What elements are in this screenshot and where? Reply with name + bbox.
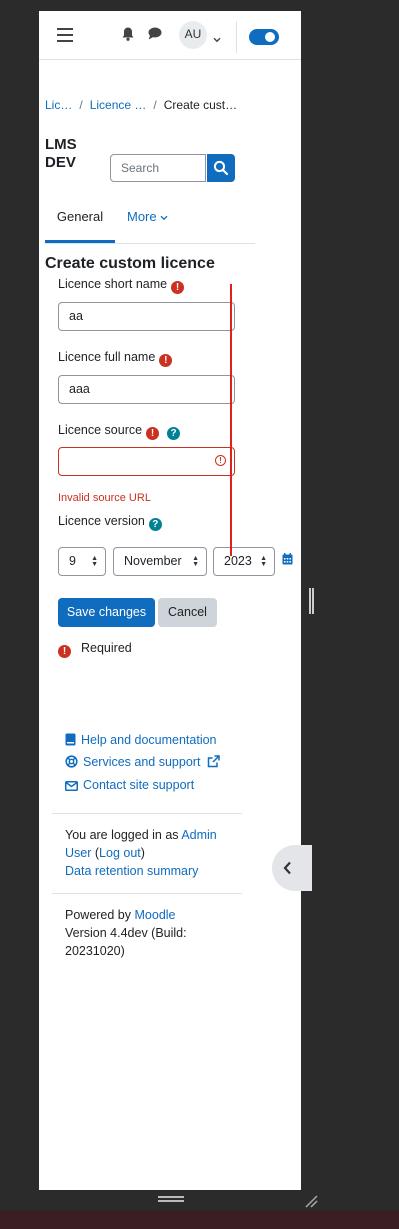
- version-year-select[interactable]: 2023 ▲ ▼: [213, 547, 275, 576]
- required-icon[interactable]: !: [171, 281, 185, 294]
- version-year-value: 2023: [224, 554, 252, 568]
- chevron-left-icon: [283, 861, 291, 875]
- version-label-text: Licence version: [58, 514, 145, 528]
- breadcrumb-current: Create cust…: [163, 98, 238, 112]
- search-icon: [213, 160, 229, 176]
- help-icon[interactable]: ?: [167, 427, 181, 440]
- book-icon: [65, 733, 76, 746]
- help-documentation-label: Help and documentation: [81, 733, 217, 747]
- required-icon[interactable]: !: [159, 354, 173, 367]
- toggle-knob: [265, 32, 275, 42]
- login-info: You are logged in as Admin User (Log out…: [65, 828, 217, 878]
- help-documentation-link[interactable]: Help and documentation: [65, 733, 217, 747]
- site-name[interactable]: LMS DEV: [45, 136, 95, 172]
- short-name-input[interactable]: aa: [58, 302, 235, 331]
- logout-link[interactable]: Log out: [99, 846, 141, 860]
- moodle-link[interactable]: Moodle: [135, 908, 176, 922]
- page-title: Create custom licence: [45, 255, 215, 272]
- full-name-label-text: Licence full name: [58, 350, 156, 364]
- invalid-field-icon: !: [215, 455, 226, 466]
- select-arrows-icon: ▲ ▼: [260, 555, 267, 568]
- contact-support-label: Contact site support: [83, 778, 195, 792]
- breadcrumb-separator: /: [79, 98, 83, 112]
- select-arrows-icon: ▲ ▼: [192, 555, 199, 568]
- secondary-navigation: General More: [45, 201, 255, 244]
- source-error-message: Invalid source URL: [58, 492, 151, 504]
- data-retention-link[interactable]: Data retention summary: [65, 864, 198, 878]
- contact-support-link[interactable]: Contact site support: [65, 778, 194, 792]
- version-day-select[interactable]: 9 ▲ ▼: [58, 547, 106, 576]
- page-container: AU Lic… / Licence … / Create cust… LMS DEV S…: [39, 11, 301, 1190]
- required-legend-text: Required: [81, 641, 132, 655]
- tab-more-label: More: [127, 209, 157, 224]
- side-resize-handle[interactable]: [309, 588, 314, 614]
- envelope-icon: [65, 781, 78, 791]
- version-day-value: 9: [69, 554, 76, 568]
- bottom-strip: [0, 1211, 399, 1229]
- navbar-divider: [236, 21, 237, 53]
- save-button[interactable]: Save changes: [58, 598, 155, 627]
- version-info: Version 4.4dev (Build: 20231020): [65, 926, 187, 958]
- tab-general[interactable]: General: [45, 201, 115, 243]
- external-link-icon: [207, 755, 220, 768]
- hamburger-icon[interactable]: [57, 28, 73, 46]
- logged-in-prefix: You are logged in as: [65, 828, 179, 842]
- annotation-line: [230, 284, 232, 556]
- corner-resize-icon[interactable]: [304, 1194, 318, 1208]
- tab-more[interactable]: More: [127, 201, 168, 233]
- search-input[interactable]: Search: [110, 154, 206, 182]
- source-label-text: Licence source: [58, 423, 143, 437]
- life-ring-icon: [65, 755, 78, 768]
- avatar[interactable]: AU: [179, 21, 207, 49]
- cancel-button[interactable]: Cancel: [158, 598, 217, 627]
- breadcrumb-separator: /: [153, 98, 157, 112]
- breadcrumb-item-1[interactable]: Lic…: [45, 98, 72, 112]
- footer-divider: [52, 893, 242, 894]
- source-input[interactable]: !: [58, 447, 235, 476]
- services-support-link[interactable]: Services and support: [65, 755, 220, 769]
- chevron-down-icon: [160, 215, 168, 221]
- search-button[interactable]: [207, 154, 235, 182]
- version-month-value: November: [124, 554, 182, 568]
- required-icon[interactable]: !: [146, 427, 160, 440]
- drawer-toggle-button[interactable]: [272, 845, 312, 891]
- calendar-icon[interactable]: [282, 553, 293, 568]
- help-icon[interactable]: ?: [148, 518, 162, 531]
- breadcrumb: Lic… / Licence … / Create cust…: [45, 98, 295, 112]
- short-name-label: Licence short name!: [58, 277, 185, 294]
- bell-icon[interactable]: [122, 27, 134, 44]
- navbar: AU: [39, 11, 301, 60]
- edit-mode-toggle[interactable]: [249, 29, 279, 45]
- required-icon: !: [58, 645, 71, 658]
- breadcrumb-item-2[interactable]: Licence …: [90, 98, 147, 112]
- powered-by-prefix: Powered by: [65, 908, 132, 922]
- short-name-label-text: Licence short name: [58, 277, 168, 291]
- services-support-label: Services and support: [83, 755, 201, 769]
- chat-icon[interactable]: [148, 27, 162, 43]
- bottom-resize-handle[interactable]: [158, 1196, 184, 1202]
- full-name-input[interactable]: aaa: [58, 375, 235, 404]
- select-arrows-icon: ▲ ▼: [91, 555, 98, 568]
- powered-by: Powered by Moodle Version 4.4dev (Build:…: [65, 906, 235, 960]
- version-month-select[interactable]: November ▲ ▼: [113, 547, 207, 576]
- chevron-down-icon[interactable]: [213, 31, 221, 46]
- version-label: Licence version?: [58, 514, 162, 531]
- full-name-label: Licence full name!: [58, 350, 173, 367]
- footer-divider: [52, 813, 242, 814]
- source-label: Licence source!?: [58, 423, 181, 440]
- required-legend: ! Required: [58, 641, 132, 658]
